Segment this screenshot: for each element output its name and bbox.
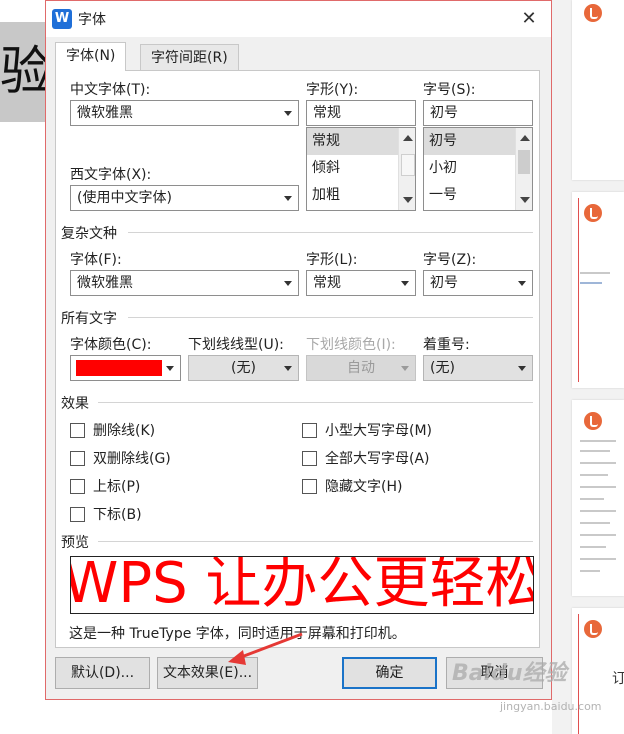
baidu-watermark-url: jingyan.baidu.com [500, 700, 602, 713]
tab-font[interactable]: 字体(N) [55, 42, 127, 71]
arrow-head [228, 650, 246, 665]
baidu-watermark: Baidu经验 [452, 661, 567, 686]
arrow-shaft [235, 632, 303, 661]
annotation-arrow [228, 632, 303, 665]
